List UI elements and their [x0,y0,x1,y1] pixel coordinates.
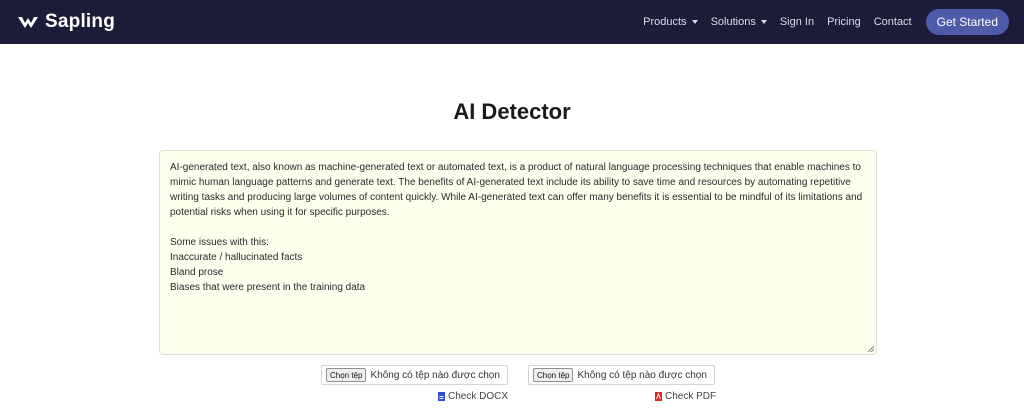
text-input-container: AI-generated text, also known as machine… [159,150,877,355]
text-input[interactable]: AI-generated text, also known as machine… [160,151,876,354]
resize-handle-icon[interactable] [868,346,874,352]
pdf-choose-file-button[interactable]: Chọn tệp [533,368,574,382]
nav-contact[interactable]: Contact [874,16,912,28]
top-navbar: Sapling Products Solutions Sign In Prici… [0,0,1024,44]
sapling-logo-icon [18,17,38,28]
nav-sign-in[interactable]: Sign In [780,16,814,28]
nav-products-label: Products [643,16,687,28]
nav-solutions-label: Solutions [710,16,756,28]
check-pdf-button[interactable]: Check PDF [655,391,716,402]
brand[interactable]: Sapling [17,11,115,33]
check-docx-button[interactable]: Check DOCX [438,391,508,402]
get-started-button[interactable]: Get Started [925,9,1009,35]
docx-file-icon [438,392,445,401]
check-docx-label: Check DOCX [448,391,509,402]
nav-solutions[interactable]: Solutions [711,16,767,28]
docx-file-status: Không có tệp nào được chọn [370,369,500,381]
brand-name: Sapling [45,11,116,32]
pdf-file-icon [655,392,662,401]
nav-pricing[interactable]: Pricing [827,16,861,28]
caret-down-icon [691,20,698,24]
caret-down-icon [760,20,767,24]
check-pdf-label: Check PDF [665,391,717,402]
nav-products[interactable]: Products [643,16,698,28]
page-title: AI Detector [453,99,571,124]
nav-links: Products Solutions Sign In Pricing Conta… [630,9,1009,35]
pdf-file-status: Không có tệp nào được chọn [577,369,707,381]
pdf-file-picker[interactable]: Chọn tệp Không có tệp nào được chọn [528,365,715,385]
docx-choose-file-button[interactable]: Chọn tệp [326,368,367,382]
docx-file-picker[interactable]: Chọn tệp Không có tệp nào được chọn [321,365,508,385]
